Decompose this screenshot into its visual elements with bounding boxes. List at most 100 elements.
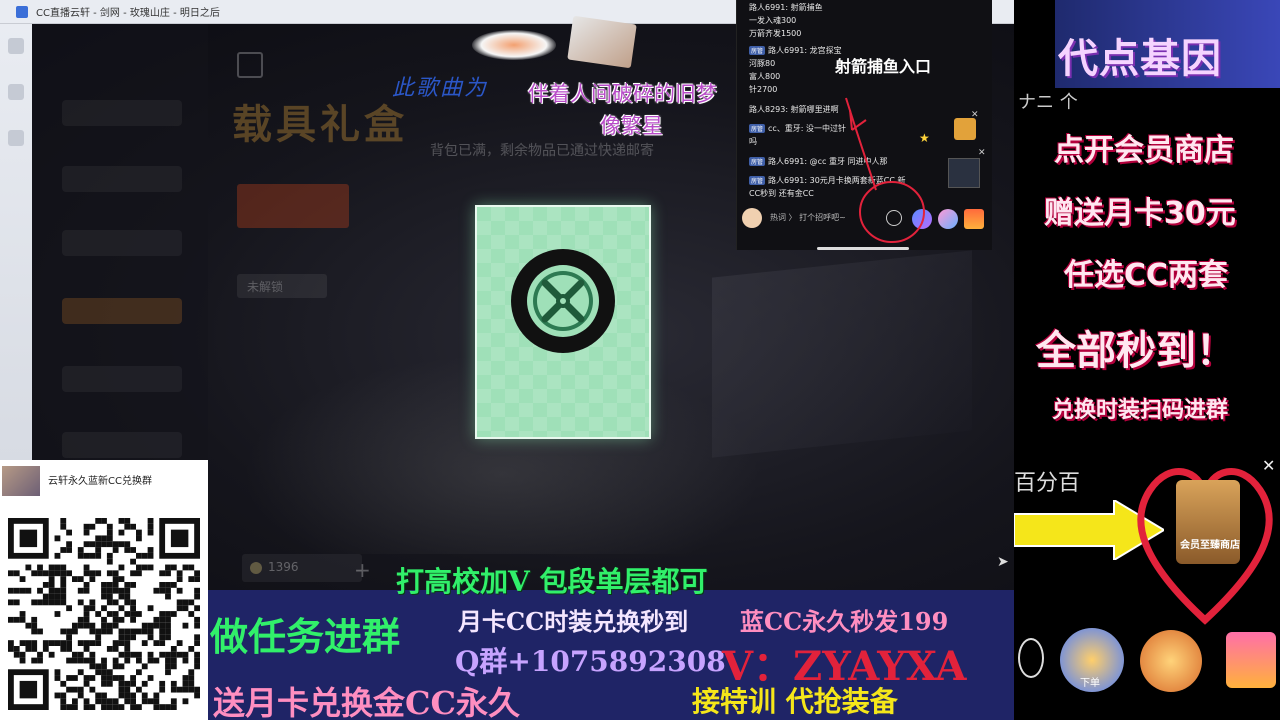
game-sidebar-item[interactable]: [62, 432, 182, 458]
right-panel-title: 代点基因: [1058, 36, 1222, 82]
promo-line: 点开会员商店: [1054, 133, 1234, 168]
chat-message-text: 河豚80: [749, 59, 776, 68]
chat-message-text: 针2700: [749, 85, 778, 94]
game-menu-icon[interactable]: [237, 52, 263, 78]
chat-message: 路人6991: 射箭捕鱼: [749, 2, 823, 13]
chat-message: 房管 路人6991: 龙宫探宝: [749, 45, 842, 56]
add-coin-button[interactable]: +: [354, 558, 371, 582]
qr-code-image[interactable]: [8, 518, 200, 710]
game-page-title: 载具礼盒: [232, 102, 408, 148]
toolbar-icon[interactable]: [8, 84, 24, 100]
gift-icon[interactable]: [964, 209, 984, 229]
banner-text: 蓝CC永久秒发199: [740, 607, 949, 636]
role-badge: 房管: [749, 124, 766, 133]
role-badge: 房管: [749, 46, 766, 55]
game-sidebar-item[interactable]: [62, 230, 182, 256]
avatar[interactable]: [742, 208, 762, 228]
chat-message-text: cc、重牙: 没一中过针: [768, 124, 847, 133]
game-notice: 背包已满，剩余物品已通过快递邮寄: [430, 143, 654, 159]
reward-card[interactable]: [475, 205, 651, 439]
chat-message-text: 吗: [749, 137, 757, 146]
game-store-button[interactable]: [237, 184, 349, 228]
chat-input-row: 热词 〉 打个招呼吧~: [740, 206, 990, 232]
banner-left-title: 做任务进群: [210, 615, 401, 659]
left-toolbar: [0, 24, 32, 460]
game-sidebar-item-active[interactable]: [62, 298, 182, 324]
chat-message: 房管 路人6991: @cc 重牙 同进中人那: [749, 156, 888, 167]
close-icon[interactable]: ✕: [1262, 456, 1275, 475]
game-sidebar-item[interactable]: [62, 366, 182, 392]
chat-message-text: 路人6991: 射箭捕鱼: [749, 3, 823, 12]
mouse-cursor-icon: ➤: [997, 554, 1009, 570]
banner-qq: Q群+1075892308: [455, 645, 726, 678]
lyric-cursive: 此歌曲为: [392, 76, 489, 101]
game-sidebar-item[interactable]: [62, 100, 182, 126]
chat-message-text: CC秒到 还有金CC: [749, 189, 814, 198]
gift-box-icon[interactable]: [954, 118, 976, 140]
banner-text: 送月卡兑换金CC永久: [213, 684, 520, 720]
wheel-icon: [511, 249, 615, 353]
close-icon[interactable]: ✕: [971, 110, 979, 120]
chat-message-text: 万箭齐发1500: [749, 29, 802, 38]
coin-counter: 1396: [242, 554, 362, 582]
chat-message: 一发入魂300: [749, 15, 796, 26]
card-stack-image: [712, 250, 972, 458]
chat-input[interactable]: 热词 〉 打个招呼吧~: [770, 212, 846, 223]
menu-icon[interactable]: [1018, 638, 1044, 678]
right-top-strip: ナニ 个: [1018, 92, 1078, 113]
member-store-label: 会员至臻商店: [1180, 540, 1240, 551]
home-indicator: [817, 247, 909, 250]
game-tab[interactable]: 未解锁: [237, 274, 327, 298]
chat-message: 河豚80: [749, 58, 775, 69]
food-decoration-image: [472, 30, 556, 60]
group-avatar: [2, 466, 40, 496]
character-icon[interactable]: [938, 209, 958, 229]
emoji-button[interactable]: [886, 210, 902, 226]
lyric-line: 伴着人间破碎的旧梦: [528, 82, 717, 106]
star-icon: ★: [919, 131, 930, 145]
lyric-line: 像繁星: [600, 114, 663, 138]
qr-card: 云轩永久蓝新CC兑换群: [0, 460, 208, 720]
promo-line: 任选CC两套: [1064, 258, 1229, 293]
character-icon[interactable]: [1140, 630, 1202, 692]
gift-icon[interactable]: [1226, 632, 1276, 688]
coin-value: 1396: [268, 560, 299, 574]
qr-group-title: 云轩永久蓝新CC兑换群: [48, 476, 152, 487]
order-label: 下单: [1080, 678, 1100, 689]
role-badge: 房管: [749, 176, 766, 185]
chat-message-text: 路人8293: 射箭哪里进啊: [749, 105, 839, 114]
chat-message-text: 一发入魂300: [749, 16, 797, 25]
percent-text: 百分百: [1014, 471, 1081, 496]
coin-icon: [250, 562, 262, 574]
bottom-icon-row: [1014, 620, 1280, 720]
chat-message-text: 路人6991: @cc 重牙 同进中人那: [768, 157, 888, 166]
banner-text: 月卡CC时装兑换秒到: [458, 607, 689, 636]
promo-line: 全部秒到！: [1036, 328, 1236, 374]
chat-message: 针2700: [749, 84, 777, 95]
banner-green-text: 打高校加V 包段单层都可: [396, 565, 708, 598]
toolbar-icon[interactable]: [8, 130, 24, 146]
chat-message: 房管 cc、重牙: 没一中过针: [749, 123, 846, 134]
chat-message: 富人800: [749, 71, 780, 82]
app-icon: [16, 6, 28, 18]
toolbar-icon[interactable]: [8, 38, 24, 54]
chat-message-text: 路人6991: 龙宫探宝: [768, 46, 842, 55]
promo-line: 赠送月卡30元: [1044, 196, 1236, 231]
game-icon[interactable]: [912, 209, 932, 229]
game-sidebar-item[interactable]: [62, 166, 182, 192]
banner-text: 接特训 代抢装备: [692, 685, 898, 718]
stream-screen: CC直播云轩 - 剑网 - 玫瑰山庄 - 明日之后 ✕ 载具礼盒 未解锁 139…: [0, 0, 1280, 720]
promo-line: 兑换时装扫码进群: [1052, 398, 1229, 423]
chat-message: 路人8293: 射箭哪里进啊: [749, 104, 839, 115]
thumbnail-image[interactable]: [948, 158, 980, 188]
chat-message-text: 路人6991: 30元月卡换两套新蓝CC 新: [768, 176, 906, 185]
chat-message: 万箭齐发1500: [749, 28, 801, 39]
close-icon[interactable]: ✕: [978, 148, 986, 158]
window-title: CC直播云轩 - 剑网 - 玫瑰山庄 - 明日之后: [36, 8, 220, 19]
item-decoration-image: [567, 15, 637, 69]
fish-entry-label: 射箭捕鱼入口: [835, 57, 932, 76]
chat-message: 吗: [749, 136, 757, 147]
chat-message-text: 富人800: [749, 72, 781, 81]
chat-message: CC秒到 还有金CC: [749, 188, 814, 199]
role-badge: 房管: [749, 157, 766, 166]
